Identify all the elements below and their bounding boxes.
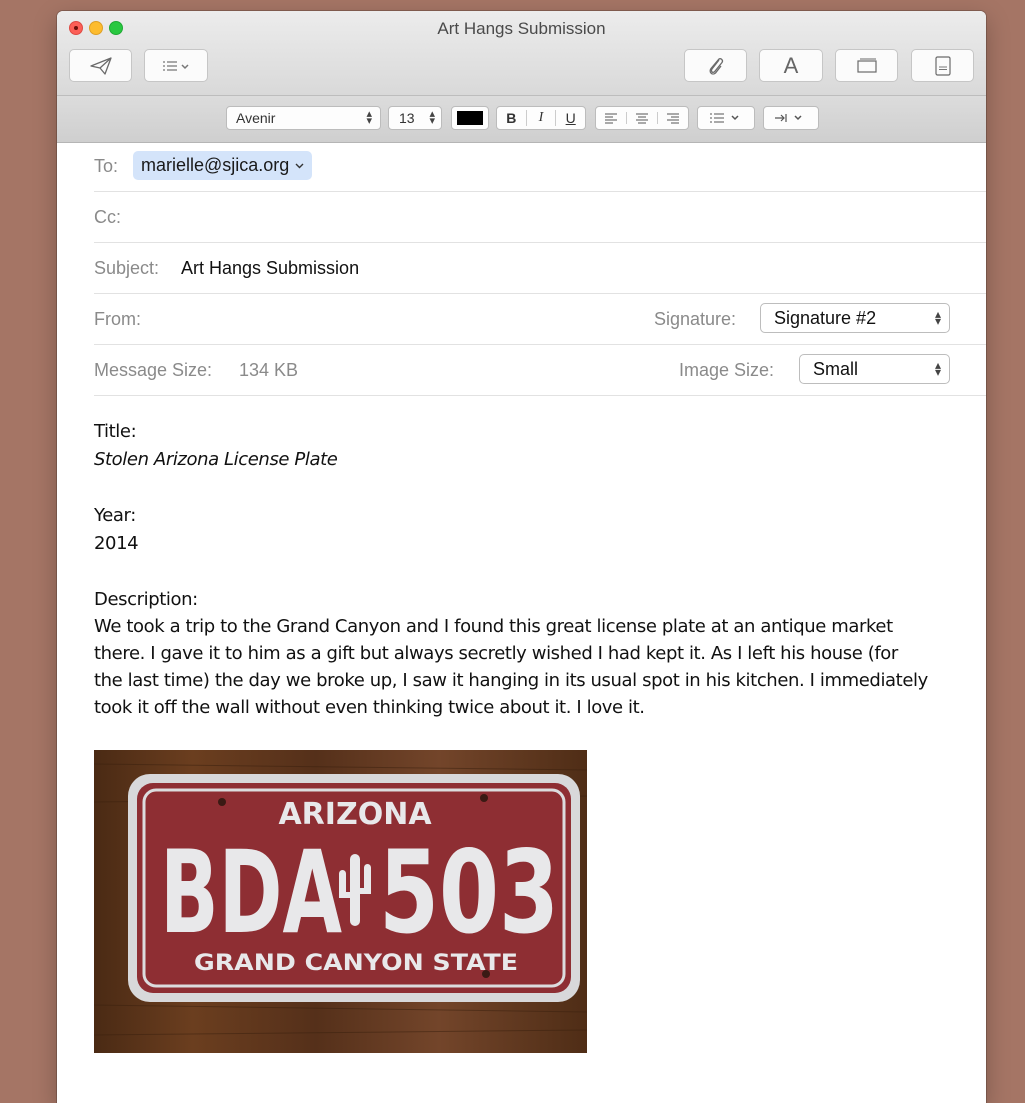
to-row: To: marielle@sjica.org bbox=[94, 141, 986, 192]
license-plate-photo: ARIZONA BDA 503 GRAND CANYON STATE bbox=[94, 750, 587, 1053]
description-line: there. I gave it to him as a gift but al… bbox=[94, 643, 898, 664]
description-label: Description: bbox=[94, 589, 198, 610]
plate-slogan-text: GRAND CANYON STATE bbox=[194, 951, 518, 976]
image-size-select[interactable]: Small ▴ ▾ bbox=[799, 354, 950, 384]
align-center-icon bbox=[636, 113, 648, 124]
align-right-icon bbox=[667, 113, 679, 124]
subject-field[interactable]: Art Hangs Submission bbox=[181, 258, 359, 279]
photo-browser-button[interactable] bbox=[835, 49, 898, 82]
font-family-select[interactable]: Avenir ▴ ▾ bbox=[226, 106, 381, 130]
paper-plane-icon bbox=[89, 56, 112, 75]
from-row: From: Signature: Signature #2 ▴ ▾ bbox=[94, 294, 986, 345]
align-center-button[interactable] bbox=[626, 112, 657, 124]
photo-browser-icon bbox=[856, 58, 877, 73]
description-line: took it off the wall without even thinki… bbox=[94, 697, 645, 718]
font-size-select[interactable]: 13 ▴ ▾ bbox=[388, 106, 442, 130]
mail-compose-window: Art Hangs Submission A Avenir ▴ ▾ 13 ▴ ▾… bbox=[57, 11, 986, 1103]
align-right-button[interactable] bbox=[657, 112, 688, 124]
list-style-button[interactable] bbox=[697, 106, 755, 130]
plate-number-left: BDA bbox=[160, 826, 342, 959]
year-label: Year: bbox=[94, 505, 136, 526]
to-label: To: bbox=[94, 156, 119, 176]
font-family-value: Avenir bbox=[236, 110, 276, 126]
list-chevron-icon bbox=[163, 60, 189, 71]
indent-arrow-icon bbox=[775, 114, 802, 122]
alignment-group bbox=[595, 106, 689, 130]
color-swatch bbox=[457, 111, 483, 125]
updown-arrows-icon: ▴ ▾ bbox=[934, 358, 941, 379]
title-label: Title: bbox=[94, 421, 137, 442]
indent-button[interactable] bbox=[763, 106, 819, 130]
cc-label: Cc: bbox=[94, 207, 121, 227]
title-value: Stolen Arizona License Plate bbox=[94, 449, 338, 470]
bulleted-list-icon bbox=[710, 113, 739, 123]
plate-number-right: 503 bbox=[379, 826, 559, 959]
chevron-down-icon bbox=[295, 163, 304, 168]
signature-value: Signature #2 bbox=[774, 307, 877, 328]
updown-arrows-icon: ▴ ▾ bbox=[934, 307, 941, 328]
recipient-token[interactable]: marielle@sjica.org bbox=[133, 151, 313, 180]
font-size-value: 13 bbox=[399, 110, 415, 126]
recipient-address: marielle@sjica.org bbox=[141, 155, 290, 175]
message-size-row: Message Size: 134 KB Image Size: Small ▴… bbox=[94, 345, 986, 396]
signature-label: Signature: bbox=[654, 309, 737, 329]
description-line: We took a trip to the Grand Canyon and I… bbox=[94, 616, 893, 637]
format-fonts-button[interactable]: A bbox=[759, 49, 823, 82]
window-title: Art Hangs Submission bbox=[437, 19, 606, 38]
image-size-label: Image Size: bbox=[679, 360, 775, 380]
italic-button[interactable]: I bbox=[525, 110, 556, 126]
send-button[interactable] bbox=[69, 49, 132, 82]
title-bar: Art Hangs Submission A bbox=[57, 11, 986, 95]
year-value: 2014 bbox=[94, 533, 139, 554]
message-size-value: 134 KB bbox=[239, 360, 299, 380]
updown-arrows-icon: ▴ ▾ bbox=[366, 108, 372, 127]
cc-row[interactable]: Cc: bbox=[94, 192, 986, 243]
signature-select[interactable]: Signature #2 ▴ ▾ bbox=[760, 303, 950, 333]
image-size-value: Small bbox=[813, 358, 859, 379]
underline-button[interactable]: U bbox=[555, 110, 585, 126]
align-left-icon bbox=[605, 113, 617, 124]
format-bar: Avenir ▴ ▾ 13 ▴ ▾ B I U bbox=[57, 95, 986, 143]
message-size-label: Message Size: bbox=[94, 360, 213, 380]
text-style-group: B I U bbox=[496, 106, 586, 130]
align-left-button[interactable] bbox=[596, 112, 626, 124]
stationery-icon bbox=[934, 55, 951, 76]
paperclip-icon bbox=[709, 57, 723, 75]
text-color-button[interactable] bbox=[451, 106, 489, 130]
subject-row[interactable]: Subject: Art Hangs Submission bbox=[94, 243, 986, 294]
attach-button[interactable] bbox=[684, 49, 747, 82]
stationery-button[interactable] bbox=[911, 49, 974, 82]
font-a-icon: A bbox=[783, 52, 799, 78]
updown-arrows-icon: ▴ ▾ bbox=[429, 108, 435, 127]
header-fields-button[interactable] bbox=[144, 49, 208, 82]
description-line: the last time) the day we broke up, I sa… bbox=[94, 670, 928, 691]
subject-label: Subject: bbox=[94, 258, 160, 278]
from-label: From: bbox=[94, 309, 141, 329]
bold-button[interactable]: B bbox=[497, 110, 526, 126]
